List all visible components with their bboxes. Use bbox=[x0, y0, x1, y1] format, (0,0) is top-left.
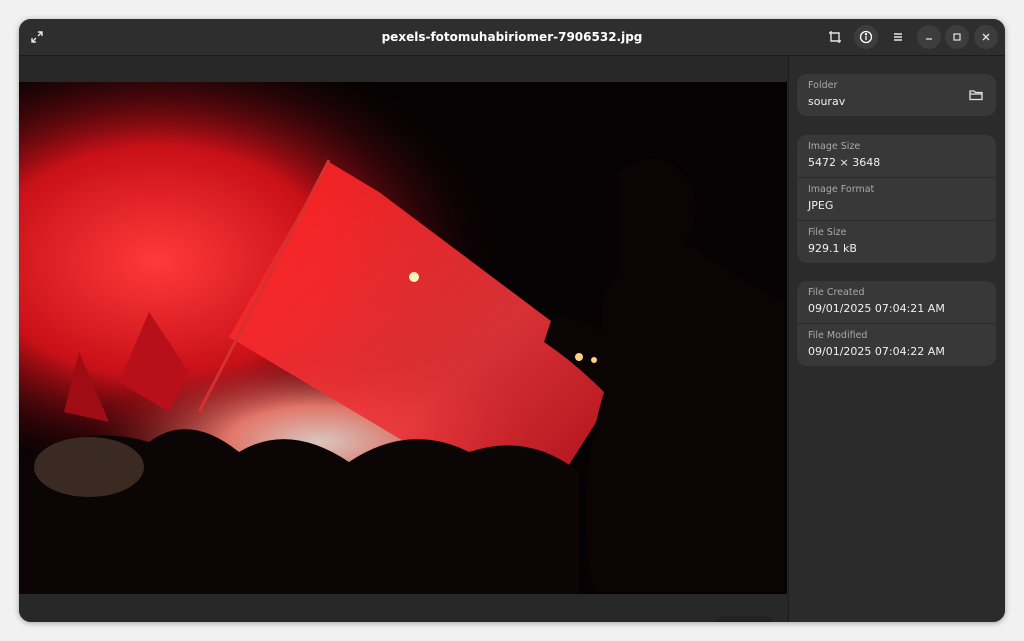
image-format-row: Image Format JPEG bbox=[797, 178, 996, 221]
properties-sidebar: Folder sourav Image Size 5472 × 3648 Ima… bbox=[788, 56, 1005, 622]
folder-label: Folder bbox=[808, 80, 838, 91]
minimize-icon[interactable] bbox=[917, 25, 941, 49]
open-folder-icon[interactable] bbox=[968, 87, 984, 103]
menu-icon[interactable] bbox=[886, 25, 910, 49]
file-modified-label: File Modified bbox=[808, 330, 868, 341]
image-canvas[interactable] bbox=[19, 56, 787, 622]
image-size-label: Image Size bbox=[808, 141, 861, 152]
file-modified-row: File Modified 09/01/2025 07:04:22 AM bbox=[797, 324, 996, 366]
photo bbox=[19, 82, 787, 594]
image-viewer-window: pexels-fotomuhabiriomer-7906532.jpg Fold… bbox=[19, 19, 1005, 622]
image-size-row: Image Size 5472 × 3648 bbox=[797, 135, 996, 178]
info-icon[interactable] bbox=[854, 25, 878, 49]
chevron-down-icon[interactable] bbox=[753, 621, 765, 623]
file-created-label: File Created bbox=[808, 287, 865, 298]
image-size-value: 5472 × 3648 bbox=[808, 156, 881, 169]
file-created-value: 09/01/2025 07:04:21 AM bbox=[808, 302, 945, 315]
maximize-icon[interactable] bbox=[945, 25, 969, 49]
file-modified-value: 09/01/2025 07:04:22 AM bbox=[808, 345, 945, 358]
crop-icon[interactable] bbox=[823, 25, 847, 49]
file-size-value: 929.1 kB bbox=[808, 242, 857, 255]
file-dates-card: File Created 09/01/2025 07:04:21 AM File… bbox=[797, 281, 996, 366]
image-format-label: Image Format bbox=[808, 184, 875, 195]
headerbar: pexels-fotomuhabiriomer-7906532.jpg bbox=[19, 19, 1005, 56]
folder-value: sourav bbox=[808, 95, 846, 108]
folder-card: Folder sourav bbox=[797, 74, 996, 116]
file-size-label: File Size bbox=[808, 227, 847, 238]
file-created-row: File Created 09/01/2025 07:04:21 AM bbox=[797, 281, 996, 324]
folder-row: Folder sourav bbox=[797, 74, 996, 116]
zoom-controls[interactable] bbox=[714, 616, 773, 622]
file-size-row: File Size 929.1 kB bbox=[797, 221, 996, 263]
image-info-card: Image Size 5472 × 3648 Image Format JPEG… bbox=[797, 135, 996, 263]
close-icon[interactable] bbox=[974, 25, 998, 49]
image-format-value: JPEG bbox=[808, 199, 834, 212]
zoom-in-icon[interactable] bbox=[722, 621, 736, 623]
